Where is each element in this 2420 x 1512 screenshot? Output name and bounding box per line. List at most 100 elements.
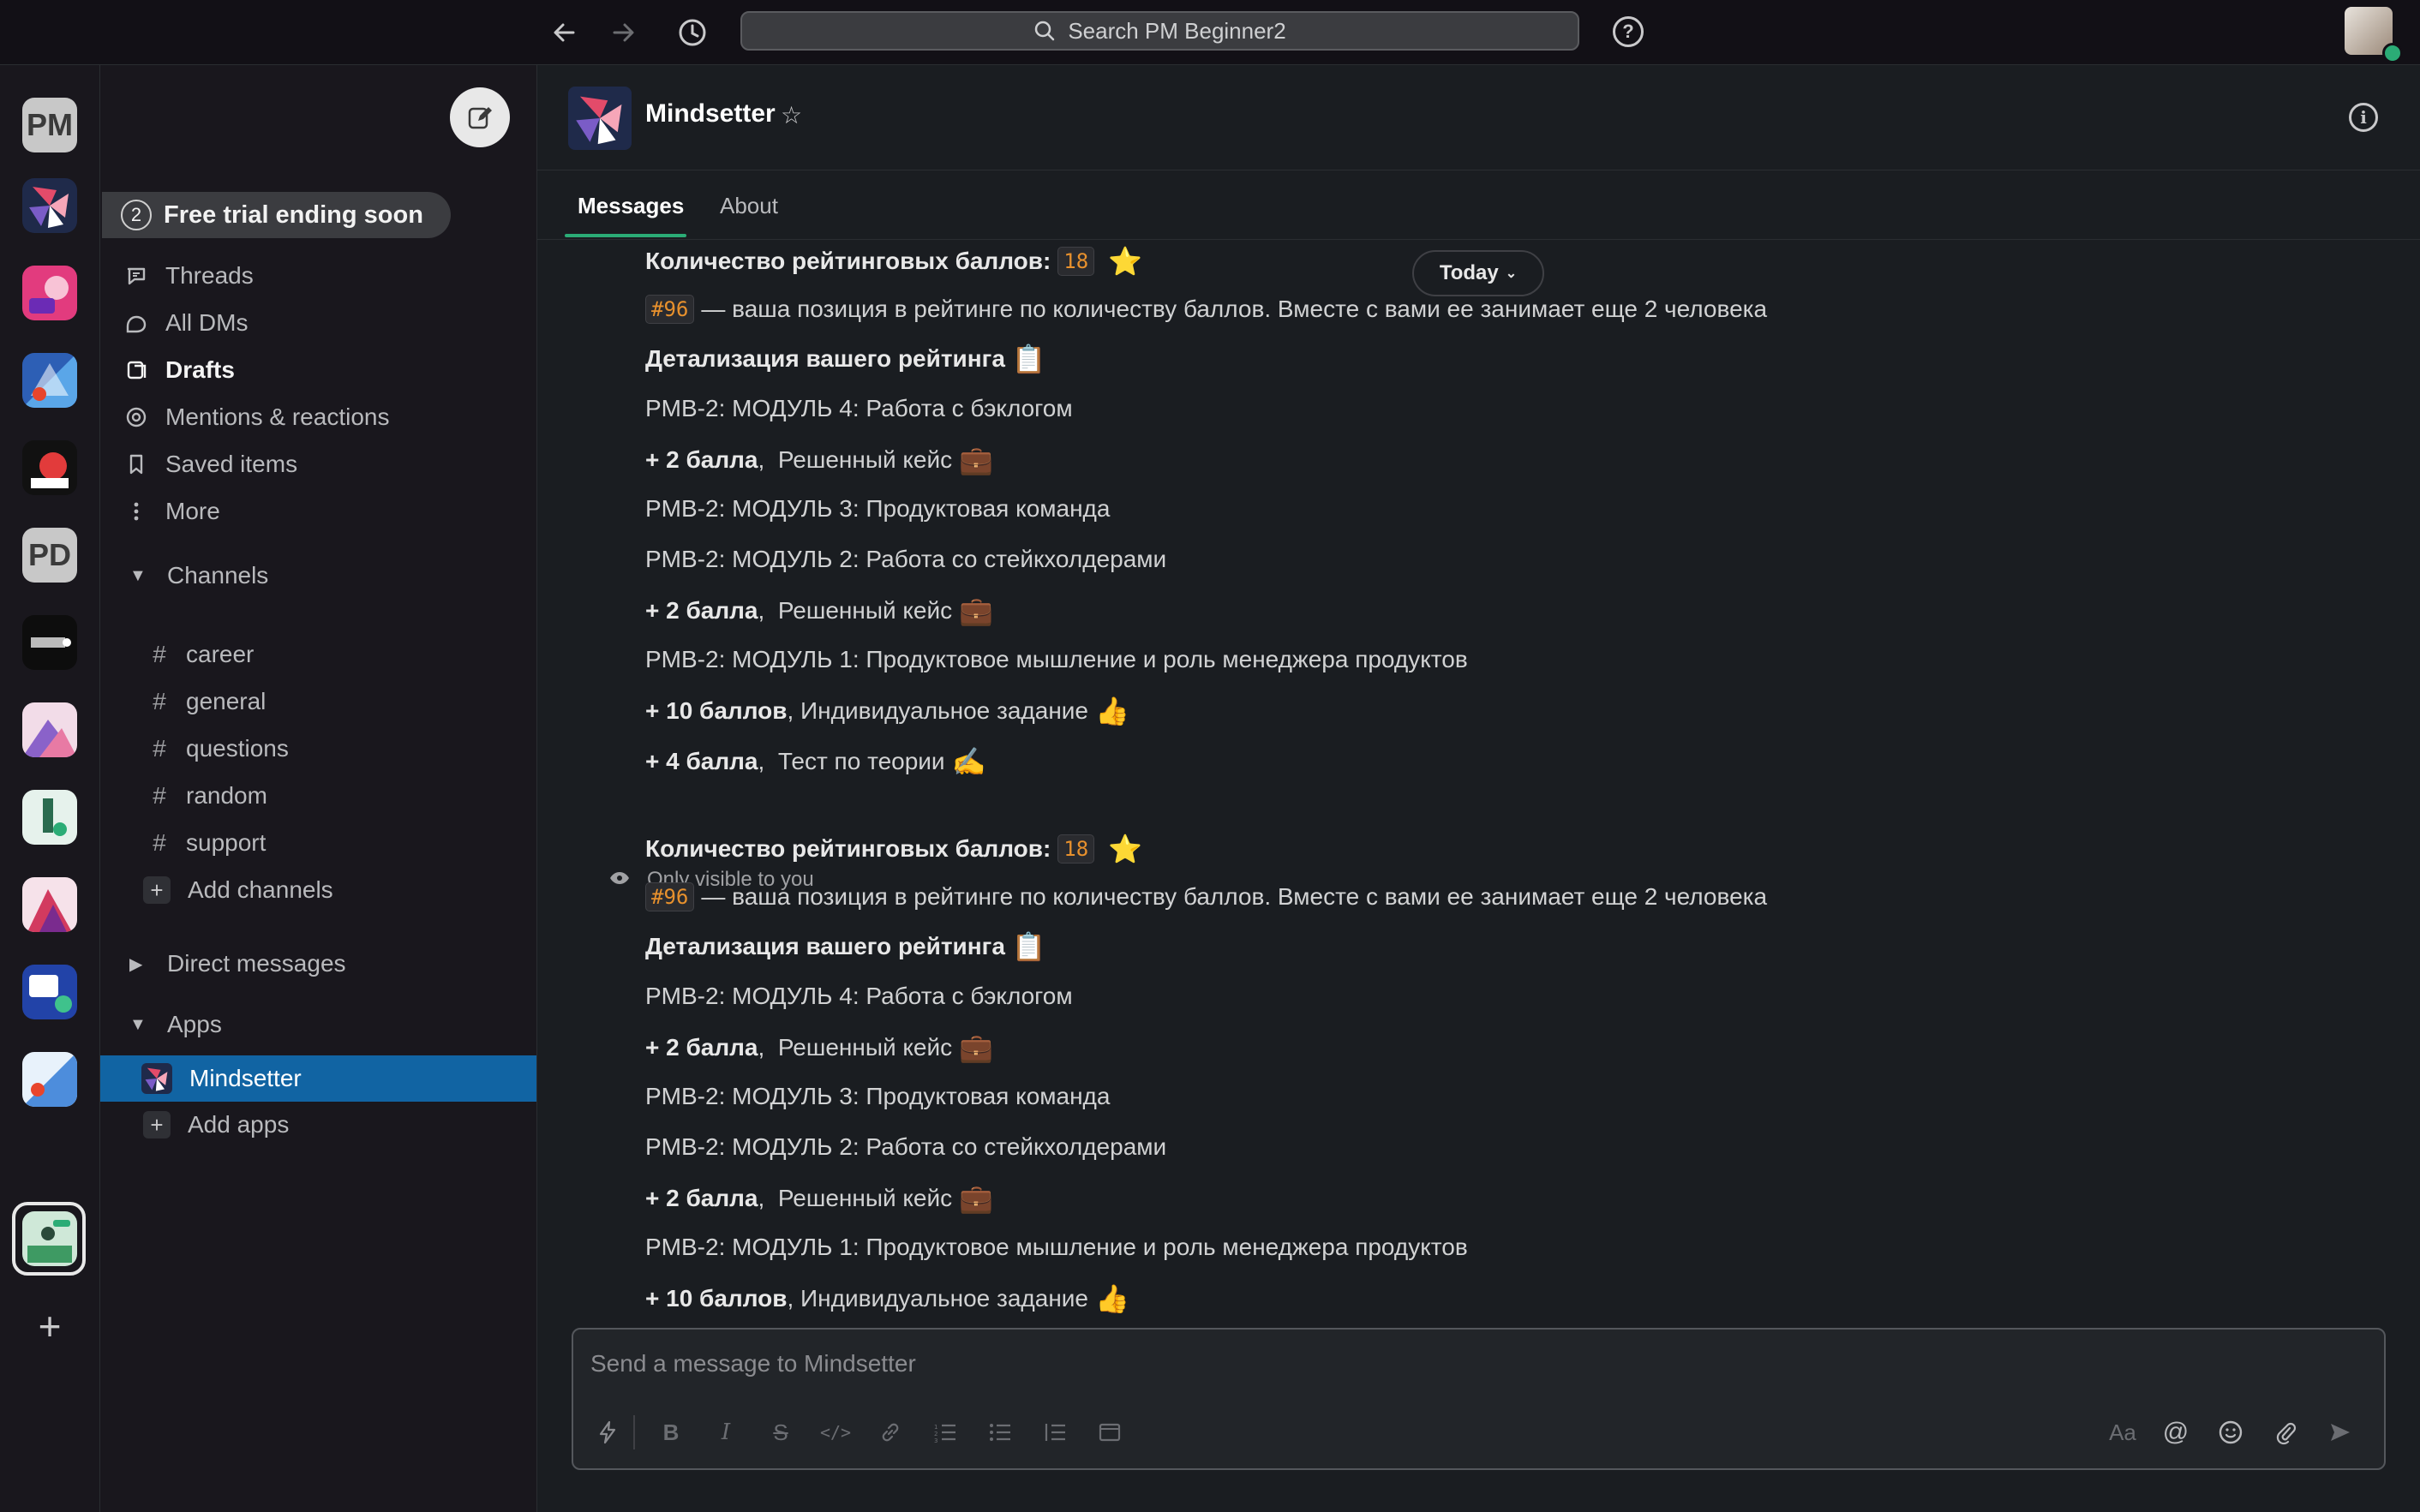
attachment-icon[interactable] [2270,1417,2301,1448]
add-channels-button[interactable]: + Add channels [100,868,536,912]
trial-label: Free trial ending soon [164,200,423,229]
caret-down-icon: ▼ [129,565,147,585]
ordered-list-icon[interactable]: 123 [930,1417,961,1448]
briefcase-emoji-icon: 💼 [959,595,993,626]
mention-icon[interactable]: @ [2160,1417,2191,1448]
position-text: — ваша позиция в рейтинге по количеству … [701,883,1768,910]
message-line: #96 — ваша позиция в рейтинге по количес… [645,295,1767,324]
trial-count: 2 [121,200,152,230]
workspace-4[interactable] [22,353,77,408]
workspace-11[interactable] [22,965,77,1019]
message-line: + 2 балла, Решенный кейс 💼 [645,445,993,475]
mindsetter-avatar[interactable] [568,87,632,150]
briefcase-emoji-icon: 💼 [959,1183,993,1214]
formatting-toggle[interactable]: Aa [2107,1417,2138,1448]
workspace-pm[interactable]: PM [22,98,77,152]
channels-section-header[interactable]: ▼ Channels [100,553,536,599]
svg-text:1: 1 [934,1424,937,1431]
eye-icon [609,868,630,892]
add-apps-button[interactable]: + Add apps [100,1103,536,1147]
history-clock-icon[interactable] [674,14,711,51]
date-divider-today[interactable]: Today ⌄ [1412,250,1544,296]
workspace-10[interactable] [22,877,77,932]
channel-title[interactable]: Mindsetter [645,99,776,128]
message-line: PMB-2: МОДУЛЬ 3: Продуктовая команда [645,1083,1111,1109]
briefcase-emoji-icon: 💼 [959,1032,993,1063]
message-line: PMB-2: МОДУЛЬ 4: Работа с бэклогом [645,983,1073,1009]
message-line: Количество рейтинговых баллов: 18 ⭐ [645,833,1142,865]
blockquote-icon[interactable] [1039,1417,1070,1448]
sidebar-item-threads[interactable]: Threads [100,253,536,299]
sidebar-item-label: All DMs [165,309,249,336]
direct-messages-section-header[interactable]: ▶ Direct messages [100,941,536,987]
italic-icon[interactable]: I [710,1417,741,1448]
workspace-pm-beginner2[interactable] [22,1211,77,1266]
rating-label: Количество рейтинговых баллов: [645,248,1051,274]
tab-about[interactable]: About [720,193,778,219]
channel-name: general [186,688,267,714]
message-input[interactable]: Send a message to Mindsetter [590,1350,916,1378]
workspace-5[interactable] [22,440,77,495]
svg-text:3: 3 [934,1437,937,1443]
help-icon[interactable]: ? [1613,16,1644,47]
sidebar-item-saved[interactable]: Saved items [100,441,536,487]
add-apps-label: Add apps [188,1111,290,1138]
workspace-8[interactable] [22,702,77,757]
app-name: Mindsetter [189,1065,302,1091]
sidebar-channel-general[interactable]: # general [100,679,536,724]
sidebar-item-label: Threads [165,262,254,289]
code-block-icon[interactable] [1094,1417,1125,1448]
sidebar-item-label: Drafts [165,356,235,383]
hash-icon: # [153,735,166,762]
search-bar[interactable]: Search PM Beginner2 [740,11,1579,51]
sidebar-app-mindsetter[interactable]: Mindsetter [100,1055,536,1102]
tab-messages[interactable]: Messages [578,193,684,219]
add-channels-label: Add channels [188,876,333,903]
workspace-7[interactable] [22,615,77,670]
sidebar-item-drafts[interactable]: Drafts [100,347,536,393]
caret-down-icon: ▼ [129,1014,147,1034]
plus-icon: + [143,1111,171,1138]
info-icon[interactable]: i [2349,103,2378,132]
link-icon[interactable] [875,1417,906,1448]
plus-icon: + [143,876,171,904]
message-line: Количество рейтинговых баллов: 18 ⭐ [645,245,1142,278]
free-trial-banner[interactable]: 2 Free trial ending soon [102,192,451,238]
shortcuts-bolt-icon[interactable] [592,1417,623,1448]
sidebar-channel-career[interactable]: # career [100,632,536,677]
code-icon[interactable]: </> [820,1417,851,1448]
star-emoji-icon: ⭐ [1108,246,1143,277]
workspace-12[interactable] [22,1052,77,1107]
strikethrough-icon[interactable]: S [765,1417,796,1448]
channel-name: career [186,641,255,667]
add-workspace-button[interactable]: + [29,1304,70,1348]
bullet-list-icon[interactable] [985,1417,1015,1448]
theory-text: Тест по теории [777,748,945,774]
more-icon [123,499,150,523]
bold-icon[interactable]: B [656,1417,686,1448]
sidebar-channel-random[interactable]: # random [100,774,536,818]
sidebar-channel-questions[interactable]: # questions [100,726,536,771]
sidebar-channel-support[interactable]: # support [100,821,536,865]
case-text: Решенный кейс [777,597,953,624]
workspace-9[interactable] [22,790,77,845]
sidebar-item-all-dms[interactable]: All DMs [100,300,536,346]
emoji-icon[interactable] [2215,1417,2246,1448]
back-arrow-icon[interactable] [545,14,583,51]
message-composer[interactable]: Send a message to Mindsetter B I S </> 1… [572,1328,2386,1470]
search-icon [1035,21,1055,41]
send-icon[interactable] [2325,1417,2356,1448]
section-label: Direct messages [167,950,346,977]
forward-arrow-icon[interactable] [605,14,643,51]
workspace-mindsetter[interactable] [22,178,77,233]
bookmark-icon [123,452,150,476]
sidebar-item-more[interactable]: More [100,488,536,535]
points-label: + 10 баллов [645,697,788,724]
workspace-pd[interactable]: PD [22,528,77,583]
apps-section-header[interactable]: ▼ Apps [100,1001,536,1048]
star-icon[interactable]: ☆ [781,101,802,129]
message-line: + 2 балла, Решенный кейс 💼 [645,595,993,626]
workspace-3[interactable] [22,266,77,320]
sidebar-item-mentions[interactable]: Mentions & reactions [100,394,536,440]
compose-button[interactable] [450,87,510,147]
